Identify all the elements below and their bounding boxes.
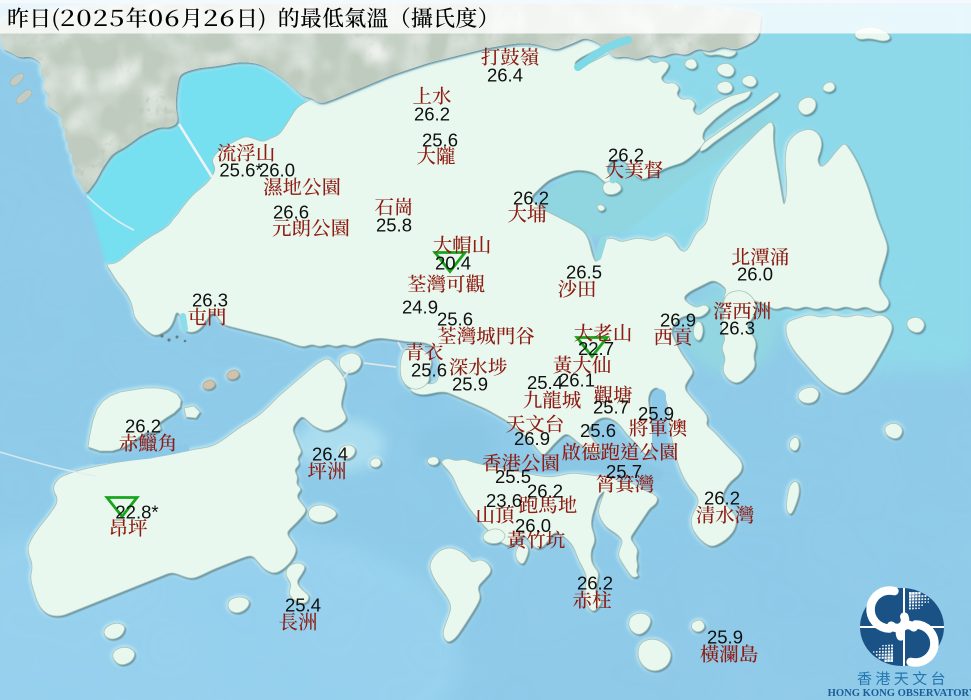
- svg-text:26.3: 26.3: [719, 318, 755, 339]
- svg-text:26.2: 26.2: [577, 573, 613, 594]
- svg-text:24.9: 24.9: [402, 297, 438, 318]
- svg-text:25.8: 25.8: [376, 215, 412, 236]
- svg-text:25.4: 25.4: [527, 372, 563, 393]
- svg-text:26.2: 26.2: [414, 104, 450, 125]
- svg-text:26.2: 26.2: [527, 481, 563, 502]
- svg-text:26.2: 26.2: [608, 145, 644, 166]
- svg-text:25.7: 25.7: [593, 397, 629, 418]
- svg-text:22.7: 22.7: [578, 338, 614, 359]
- svg-text:26.2: 26.2: [513, 188, 549, 209]
- svg-text:26.0: 26.0: [259, 160, 295, 181]
- svg-text:26.4: 26.4: [312, 444, 348, 465]
- svg-text:26.6: 26.6: [273, 202, 309, 223]
- svg-text:25.6*: 25.6*: [219, 160, 262, 181]
- svg-text:25.6: 25.6: [437, 309, 473, 330]
- svg-text:22.8*: 22.8*: [115, 502, 158, 523]
- svg-text:25.5: 25.5: [495, 466, 531, 487]
- svg-text:26.2: 26.2: [704, 488, 740, 509]
- svg-text:26.5: 26.5: [566, 262, 602, 283]
- svg-text:25.9: 25.9: [707, 627, 743, 648]
- svg-text:25.7: 25.7: [606, 461, 642, 482]
- svg-text:20.4: 20.4: [435, 253, 471, 274]
- svg-text:25.6: 25.6: [580, 420, 616, 441]
- svg-text:23.6: 23.6: [486, 490, 522, 511]
- svg-text:26.3: 26.3: [192, 290, 228, 311]
- svg-text:26.0: 26.0: [737, 264, 773, 285]
- svg-text:HONG KONG OBSERVATORY: HONG KONG OBSERVATORY: [828, 688, 971, 699]
- svg-text:26.4: 26.4: [487, 65, 523, 86]
- svg-text:26.0: 26.0: [515, 515, 551, 536]
- svg-text:26.9: 26.9: [660, 310, 696, 331]
- svg-text:25.4: 25.4: [285, 595, 321, 616]
- svg-text:25.9: 25.9: [452, 374, 488, 395]
- svg-text:26.2: 26.2: [125, 416, 161, 437]
- svg-text:25.9: 25.9: [638, 403, 674, 424]
- svg-text:26.9: 26.9: [514, 428, 550, 449]
- svg-text:25.6: 25.6: [422, 130, 458, 151]
- svg-text:26.1: 26.1: [559, 370, 595, 391]
- svg-text:25.6: 25.6: [411, 360, 447, 381]
